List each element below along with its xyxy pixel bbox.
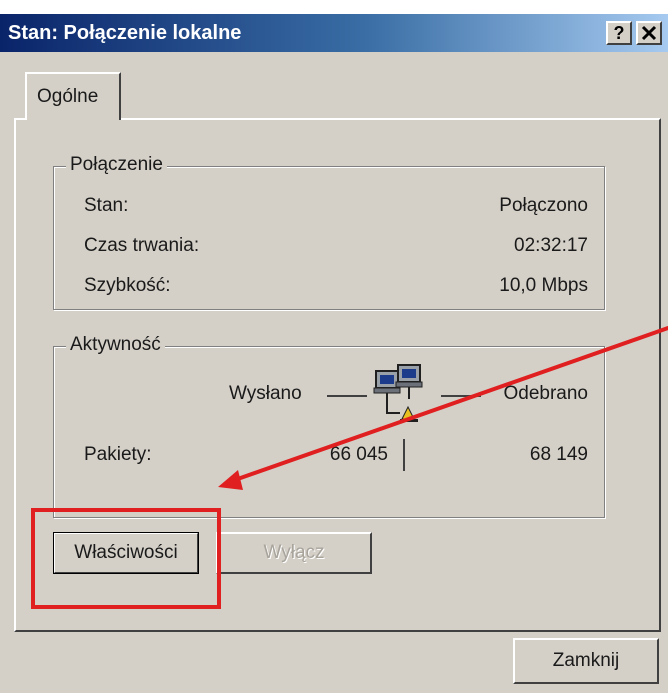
- annotation-arrow: [218, 326, 668, 490]
